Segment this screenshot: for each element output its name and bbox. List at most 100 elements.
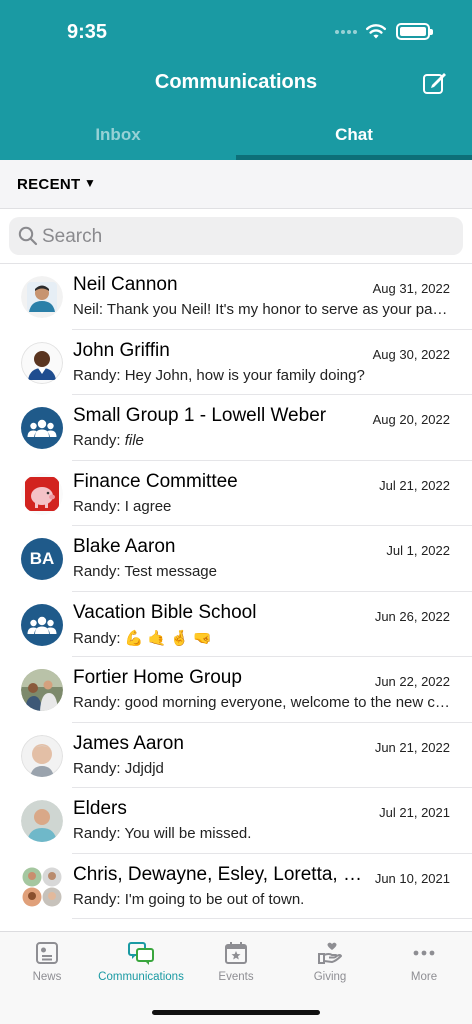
conversation-row[interactable]: James Aaron Jun 21, 2022 Randy: Jdjdjd	[0, 723, 472, 788]
tabbar-item-news[interactable]: News	[0, 940, 94, 983]
conversation-date: Jun 26, 2022	[374, 608, 450, 624]
conversation-row[interactable]: Small Group 1 - Lowell Weber Aug 20, 202…	[0, 395, 472, 461]
preview-text: 💪 🤙 🤞 🤜	[124, 629, 212, 647]
tabbar-item-events[interactable]: Events	[189, 940, 283, 983]
initials-avatar: BA	[21, 538, 63, 580]
conversation-preview: Randy: I agree	[73, 498, 453, 515]
preview-text: I'm going to be out of town.	[124, 890, 305, 908]
communications-icon	[128, 942, 154, 965]
conversation-name: Fortier Home Group	[73, 667, 242, 688]
conversation-preview: Randy: good morning everyone, welcome to…	[73, 694, 453, 711]
filter-bar[interactable]: RECENT ▼	[0, 160, 472, 209]
conversation-preview: Randy: 💪 🤙 🤞 🤜	[73, 629, 453, 647]
conversation-row[interactable]: Elders Jul 21, 2021 Randy: You will be m…	[0, 788, 472, 854]
battery-icon	[396, 23, 433, 40]
conversation-preview: Randy: Test message	[73, 563, 453, 580]
conversation-name: James Aaron	[73, 732, 184, 754]
avatar	[21, 472, 63, 515]
group-avatar	[21, 407, 63, 449]
preview-text: You will be missed.	[124, 825, 252, 842]
conversation-date: Aug 31, 2022	[372, 281, 450, 296]
avatar	[21, 276, 63, 318]
conversation-row[interactable]: BA Blake Aaron Jul 1, 2022 Randy: Test m…	[0, 526, 472, 592]
tab-inbox[interactable]: Inbox	[0, 125, 236, 145]
preview-text: file	[124, 432, 144, 449]
wifi-icon	[366, 24, 386, 39]
preview-text: Hey John, how is your family doing?	[124, 366, 365, 384]
preview-text: Jdjdjd	[124, 759, 164, 777]
group-photo-avatar	[21, 866, 63, 908]
conversation-row[interactable]: Finance Committee Jul 21, 2022 Randy: I …	[0, 461, 472, 526]
giving-icon	[318, 942, 342, 964]
conversation-name: Small Group 1 - Lowell Weber	[73, 405, 327, 426]
conversation-row[interactable]: Neil Cannon Aug 31, 2022 Neil: Thank you…	[0, 264, 472, 330]
preview-sender: Randy:	[73, 563, 125, 580]
search-icon	[18, 226, 38, 246]
conversation-name: Finance Committee	[73, 470, 238, 492]
conversation-name: John Griffin	[73, 339, 170, 361]
conversation-list: Neil Cannon Aug 31, 2022 Neil: Thank you…	[0, 264, 472, 919]
conversation-name: Neil Cannon	[73, 274, 178, 295]
conversation-preview: Randy: Jdjdjd	[73, 760, 453, 777]
group-icon	[27, 616, 57, 634]
avatar	[21, 734, 63, 777]
conversation-row[interactable]: Chris, Dewayne, Esley, Loretta, R… Jun 1…	[0, 854, 472, 919]
conversation-preview: Neil: Thank you Neil! It's my honor to s…	[73, 301, 453, 318]
conversation-date: Jul 1, 2022	[386, 543, 450, 558]
caret-down-icon[interactable]: ▼	[84, 176, 96, 190]
avatar	[21, 800, 63, 842]
piggy-bank-icon	[21, 472, 63, 515]
preview-sender: Neil:	[73, 301, 107, 318]
row-divider	[72, 918, 472, 919]
conversation-row[interactable]: Fortier Home Group Jun 22, 2022 Randy: g…	[0, 657, 472, 723]
filter-dropdown-label[interactable]: RECENT	[17, 176, 80, 193]
conversation-row[interactable]: John Griffin Aug 30, 2022 Randy: Hey Joh…	[0, 330, 472, 395]
conversation-preview: Randy: Hey John, how is your family doin…	[73, 367, 453, 384]
conversation-date: Jun 22, 2022	[374, 674, 450, 689]
conversation-name: Chris, Dewayne, Esley, Loretta, R…	[73, 863, 368, 885]
preview-sender: Randy:	[73, 629, 125, 647]
conversation-name: Elders	[73, 798, 127, 819]
tabbar-label: More	[410, 971, 438, 983]
tabbar-item-communications[interactable]: Communications	[94, 940, 188, 983]
tabbar-item-giving[interactable]: Giving	[283, 940, 377, 983]
preview-sender: Randy:	[73, 432, 125, 449]
tabbar-item-more[interactable]: More	[377, 940, 471, 983]
tabbar-label: News	[32, 971, 62, 983]
conversation-date: Aug 20, 2022	[372, 412, 450, 427]
preview-sender: Randy:	[73, 890, 125, 908]
conversation-date: Jun 10, 2021	[374, 870, 450, 886]
preview-sender: Randy:	[73, 759, 125, 777]
avatar	[21, 669, 63, 711]
conversation-date: Jun 21, 2022	[374, 739, 450, 755]
search-input[interactable]: Search	[9, 217, 463, 255]
conversation-name: Vacation Bible School	[73, 601, 257, 623]
preview-text: Thank you Neil! It's my honor to serve a…	[106, 301, 453, 318]
conversation-preview: Randy: I'm going to be out of town.	[73, 891, 453, 908]
news-icon	[36, 942, 58, 964]
preview-text: I agree	[124, 497, 172, 515]
conversation-name: Blake Aaron	[73, 536, 176, 557]
conversation-date: Jul 21, 2021	[379, 805, 450, 820]
compose-icon[interactable]	[422, 70, 448, 96]
preview-sender: Randy:	[73, 497, 125, 515]
search-placeholder: Search	[42, 226, 103, 247]
group-avatar	[21, 603, 63, 646]
preview-text: Test message	[124, 563, 217, 580]
tab-chat[interactable]: Chat	[236, 125, 472, 145]
more-icon	[413, 950, 435, 956]
conversation-date: Aug 30, 2022	[372, 346, 450, 362]
search-container: Search	[0, 209, 472, 264]
tabbar-label: Communications	[98, 971, 184, 983]
group-icon	[27, 419, 57, 437]
conversation-preview: Randy: You will be missed.	[73, 825, 453, 842]
avatar	[21, 341, 63, 384]
preview-sender: Randy:	[73, 825, 125, 842]
page-title: Communications	[154, 71, 318, 93]
conversation-row[interactable]: Vacation Bible School Jun 26, 2022 Randy…	[0, 592, 472, 657]
preview-sender: Randy:	[73, 366, 125, 384]
tabbar-label: Giving	[313, 971, 347, 983]
conversation-preview: Randy: file	[73, 432, 453, 449]
status-time: 9:35	[67, 21, 108, 43]
home-indicator[interactable]	[152, 1010, 320, 1015]
